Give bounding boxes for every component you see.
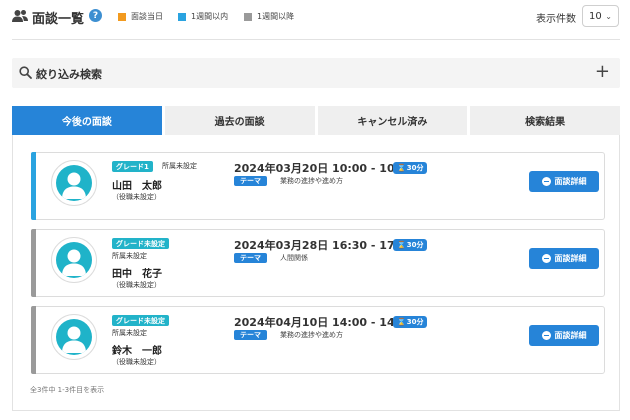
page-header: 面談一覧 ? 面談当日 1週間以内 1週間以降 表示件数 10 ⌄ [0, 0, 630, 40]
department-text: 所属未設定 [112, 329, 147, 337]
interview-card: グレード未設定 所属未設定 田中 花子 （役職未設定） 2024年03月28日 … [31, 229, 605, 297]
role-text: （役職未設定） [112, 281, 161, 289]
button-label: 面談詳細 [554, 331, 587, 340]
legend-label: 1週間以降 [257, 12, 295, 21]
duration-badge: ⌛ 30分 [393, 162, 428, 174]
interview-tabs: 今後の面談 過去の面談 キャンセル済み 検索結果 [12, 106, 620, 135]
interview-datetime: 2024年04月10日 14:00 - 14:30 [234, 316, 415, 329]
minus-circle-icon [541, 254, 551, 263]
interview-card: グレード1 所属未設定 山田 太郎 （役職未設定） 2024年03月20日 10… [31, 152, 605, 220]
theme-tag: テーマ [234, 330, 267, 340]
tab-past[interactable]: 過去の面談 [164, 106, 315, 135]
legend-item-today: 面談当日 [118, 11, 163, 22]
hourglass-icon: ⌛ [397, 164, 406, 172]
interview-detail-button[interactable]: 面談詳細 [529, 325, 599, 346]
page-size-label: 表示件数 [536, 14, 576, 25]
page-size-select[interactable]: 10 ⌄ [582, 5, 619, 27]
search-icon [19, 66, 32, 79]
grade-badge: グレード未設定 [112, 315, 169, 326]
duration-badge: ⌛ 30分 [393, 316, 428, 328]
status-bar [31, 306, 36, 374]
page-size-value: 10 [589, 10, 602, 22]
employee-name: 山田 太郎 [112, 181, 162, 192]
filter-search-label: 絞り込み検索 [36, 68, 102, 81]
user-icon [62, 172, 86, 199]
users-icon [12, 10, 28, 22]
button-label: 面談詳細 [554, 254, 587, 263]
interview-detail-button[interactable]: 面談詳細 [529, 171, 599, 192]
theme-text: 業務の進捗や進め方 [280, 331, 343, 339]
tab-upcoming[interactable]: 今後の面談 [12, 106, 162, 135]
user-icon [62, 326, 86, 353]
department-text: 所属未設定 [112, 252, 147, 260]
duration-badge: ⌛ 30分 [393, 239, 428, 251]
theme-text: 人間関係 [280, 254, 308, 262]
duration-text: 30分 [406, 318, 424, 326]
role-text: （役職未設定） [112, 358, 161, 366]
help-icon[interactable]: ? [89, 9, 102, 22]
filter-search-toggle[interactable]: 絞り込み検索 + [12, 58, 620, 88]
avatar [51, 160, 97, 206]
tab-search-results[interactable]: 検索結果 [470, 106, 620, 135]
interview-datetime: 2024年03月20日 10:00 - 10:30 [234, 162, 415, 175]
employee-name: 鈴木 一郎 [112, 346, 162, 357]
avatar [51, 237, 97, 283]
gray-square-icon [244, 12, 252, 21]
interview-list-panel: グレード1 所属未設定 山田 太郎 （役職未設定） 2024年03月20日 10… [12, 135, 620, 411]
legend-item-within-week: 1週間以内 [178, 11, 228, 22]
grade-badge: グレード未設定 [112, 238, 169, 249]
tab-cancelled[interactable]: キャンセル済み [317, 106, 468, 135]
employee-name: 田中 花子 [112, 269, 162, 280]
theme-tag: テーマ [234, 176, 267, 186]
legend-item-after-week: 1週間以降 [244, 11, 294, 22]
theme-tag: テーマ [234, 253, 267, 263]
role-text: （役職未設定） [112, 193, 161, 201]
hourglass-icon: ⌛ [397, 241, 406, 249]
legend-label: 1週間以内 [191, 12, 229, 21]
status-bar [31, 229, 36, 297]
department-text: 所属未設定 [162, 162, 197, 170]
interview-detail-button[interactable]: 面談詳細 [529, 248, 599, 269]
duration-text: 30分 [406, 164, 424, 172]
orange-square-icon [118, 12, 126, 21]
grade-badge: グレード1 [112, 161, 153, 172]
result-summary: 全3件中 1-3件目を表示 [30, 386, 105, 394]
chevron-down-icon: ⌄ [605, 12, 612, 21]
theme-text: 業務の進捗や進め方 [280, 177, 343, 185]
legend-label: 面談当日 [131, 12, 163, 21]
hourglass-icon: ⌛ [397, 318, 406, 326]
button-label: 面談詳細 [554, 177, 587, 186]
minus-circle-icon [541, 177, 551, 186]
interview-datetime: 2024年03月28日 16:30 - 17:00 [234, 239, 415, 252]
duration-text: 30分 [406, 241, 424, 249]
minus-circle-icon [541, 331, 551, 340]
user-icon [62, 249, 86, 276]
avatar [51, 314, 97, 360]
page-title: 面談一覧 [32, 12, 85, 27]
plus-icon[interactable]: + [595, 63, 610, 81]
header-divider [12, 39, 620, 40]
interview-card: グレード未設定 所属未設定 鈴木 一郎 （役職未設定） 2024年04月10日 … [31, 306, 605, 374]
status-bar [31, 152, 36, 220]
blue-square-icon [178, 12, 186, 21]
